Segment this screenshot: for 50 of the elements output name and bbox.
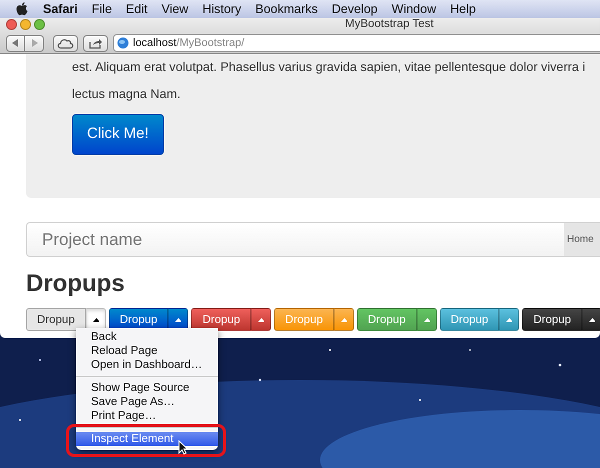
window-title: MyBootstrap Test — [345, 18, 434, 32]
menu-item[interactable]: Back — [76, 330, 218, 344]
forward-button[interactable] — [25, 34, 44, 52]
dropup-button[interactable]: Dropup — [522, 308, 582, 331]
back-button[interactable] — [6, 34, 25, 52]
menu-item[interactable]: Bookmarks — [248, 0, 325, 18]
address-text: localhost/MyBootstrap/ — [133, 36, 244, 51]
click-me-button[interactable]: Click Me! — [72, 114, 164, 154]
menu-item[interactable]: Print Page… — [76, 409, 218, 423]
cloud-button[interactable] — [53, 34, 78, 52]
menu-item[interactable]: Save Page As… — [76, 395, 218, 409]
menu-item[interactable]: File — [84, 0, 119, 18]
cloud-icon — [57, 38, 74, 48]
caret-icon — [340, 318, 347, 322]
paragraph-line: est. Aliquam erat volutpat. Phasellus varius gravida sapien, vitae pellentesque dolor viverra i — [72, 59, 586, 76]
menu-item[interactable]: Inspect Element — [76, 432, 218, 446]
close-button[interactable] — [6, 19, 17, 30]
menu-item[interactable]: Reload Page — [76, 344, 218, 358]
menu-item[interactable]: History — [195, 0, 248, 18]
caret-icon — [92, 318, 99, 322]
menu-item[interactable]: Edit — [118, 0, 154, 18]
menu-item[interactable]: Open in Dashboard… — [76, 358, 218, 372]
dropup-button[interactable]: Dropup — [191, 308, 252, 331]
menu-item[interactable]: View — [154, 0, 196, 18]
nav-link[interactable]: Home — [564, 223, 600, 256]
menu-item[interactable]: Window — [384, 0, 444, 18]
left-arrow-icon — [12, 39, 19, 47]
share-icon — [88, 38, 102, 48]
globe-icon — [117, 37, 129, 49]
caret-icon — [589, 318, 596, 322]
minimize-button[interactable] — [20, 19, 31, 30]
address-field[interactable]: localhost/MyBootstrap/ — [113, 34, 600, 52]
paragraph-line: lectus magna Nam. — [72, 86, 182, 103]
menu-item[interactable]: Show Page Source — [76, 381, 218, 395]
section-heading: Dropups — [26, 269, 126, 299]
menu-item[interactable]: Help — [443, 0, 483, 18]
menu-item[interactable]: Safari — [36, 0, 85, 18]
zoom-button[interactable] — [34, 19, 45, 30]
caret-icon — [258, 318, 264, 322]
menu-item[interactable]: Develop — [324, 0, 385, 18]
navbar-brand[interactable]: Project name — [27, 223, 564, 256]
caret-icon — [424, 318, 430, 322]
caret-button[interactable] — [582, 308, 600, 331]
share-button[interactable] — [83, 34, 108, 52]
caret-icon — [506, 318, 512, 322]
apple-logo-icon[interactable] — [16, 2, 28, 16]
dropup-button[interactable]: Dropup — [26, 308, 86, 331]
caret-icon — [175, 318, 182, 322]
caret-button[interactable] — [251, 308, 272, 331]
right-arrow-icon — [30, 39, 38, 47]
